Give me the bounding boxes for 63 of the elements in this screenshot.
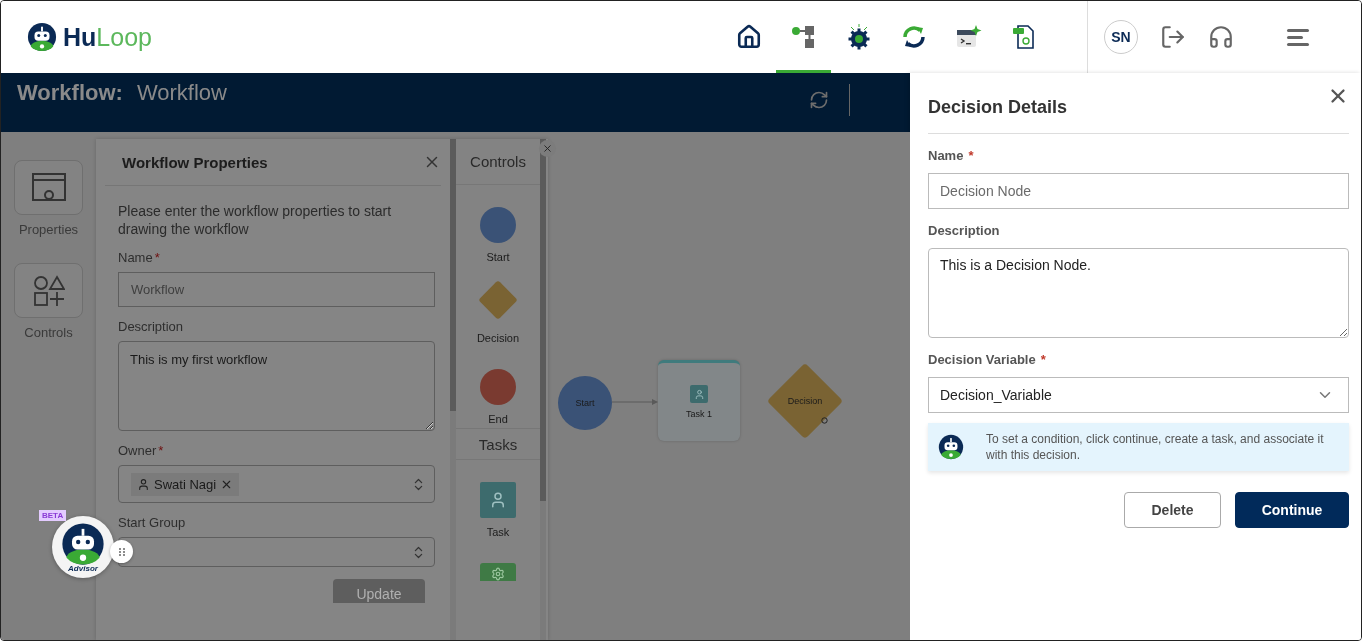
field-label: Decision Variable [928,352,1036,367]
page-label: Workflow: [17,80,123,106]
support-button[interactable] [1208,24,1234,50]
beta-badge: BETA [39,510,67,521]
description-input[interactable]: This is my first workflow [118,341,435,431]
port-icon [821,417,828,424]
brand-name: HuLoop [63,22,152,52]
description-input[interactable]: This is a Decision Node. [928,248,1349,338]
close-icon [542,143,553,154]
robot-icon [61,521,105,566]
field-label: Description [118,319,184,334]
node-label: Task 1 [686,409,712,419]
close-button[interactable] [539,140,556,157]
workflow-name: Workflow [136,80,227,106]
controls-button[interactable] [14,263,83,318]
owner-select[interactable]: Swati Nagi [118,465,435,503]
home-icon [735,24,762,50]
intro-text: Please enter the workflow properties to start drawing the workflow [118,202,393,238]
logo-icon [27,22,57,52]
palette-label: End [488,413,508,425]
required-mark: * [1040,352,1046,367]
document-icon [1011,24,1036,50]
window-icon [31,172,66,203]
connector-arrow [612,398,658,406]
refresh-button[interactable] [809,90,829,110]
variable-select[interactable]: Decision_Variable [928,377,1349,413]
required-mark: * [158,443,164,458]
continue-button[interactable]: Continue [1235,492,1349,528]
field-label: Start Group [118,515,186,530]
panel-title: Workflow Properties [122,153,268,171]
decision-node: Decision [768,364,842,438]
required-mark: * [154,250,160,265]
name-input[interactable]: Decision Node [928,173,1349,209]
tag-label: Swati Nagi [154,476,217,492]
terminal-icon [955,25,982,49]
palette-label: Task [486,526,510,538]
sidebar-label: Controls [24,325,73,340]
field-label: Name [118,250,153,265]
sync-icon [900,24,927,50]
palette-label: Start [486,251,510,263]
logout-button[interactable] [1160,24,1186,50]
menu-button[interactable] [1286,27,1310,47]
user-icon [690,385,708,403]
task-shape [480,482,516,518]
start-shape [480,207,516,243]
flowchart-icon [790,25,817,49]
advisor-caption: Advisor [68,563,98,573]
name-input[interactable]: Workflow [118,272,435,307]
start-node: Start [558,376,612,430]
sidebar-label: Properties [18,222,79,237]
automation-shape [480,563,516,581]
field-label: Description [928,223,1000,238]
properties-button[interactable] [14,160,83,215]
field-label: Owner [118,443,157,458]
required-mark: * [968,148,974,163]
end-shape [480,369,516,405]
user-icon [137,477,150,491]
panel-title: Decision Details [928,96,1068,118]
field-label: Name [928,148,964,163]
info-text: To set a condition, click continue, create a task, and associate it with this decision. [985,431,1325,463]
shapes-icon [32,274,65,307]
palette-label: Decision [476,332,520,344]
delete-button[interactable]: Delete [1124,492,1221,528]
